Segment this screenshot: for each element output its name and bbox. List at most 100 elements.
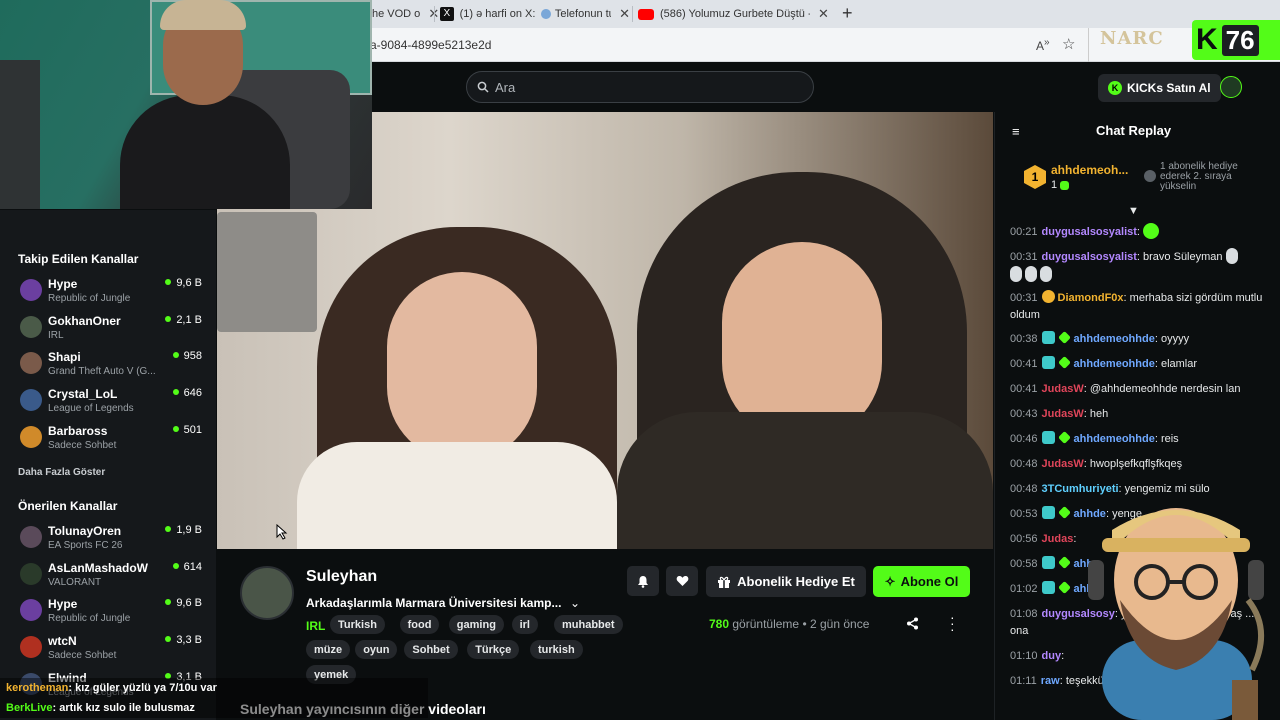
sparkle-badge-icon: [1057, 556, 1071, 569]
viewer-count: 9,6 B: [165, 277, 202, 289]
recommended-channels-heading: Önerilen Kanallar: [18, 499, 118, 513]
stream-tag[interactable]: müze: [306, 640, 351, 659]
chat-message: 00:46 ahhdemeohhde: reis: [1010, 431, 1268, 448]
emote-icon: [1143, 223, 1160, 239]
sidebar-channel-item[interactable]: Hype Republic of Jungle 9,6 B: [18, 277, 206, 315]
x-logo-icon: X: [440, 7, 454, 21]
message-time: 01:10: [1010, 650, 1038, 662]
category-link[interactable]: IRL: [306, 619, 325, 633]
browser-tab-1[interactable]: he VOD o✕: [372, 2, 440, 26]
stream-tag[interactable]: oyun: [355, 640, 398, 659]
browser-tab-2[interactable]: X (1) ə harfi on X: " Telefonun tu ✕: [440, 2, 630, 26]
youtube-icon: [638, 8, 654, 20]
sparkle-icon: ✧: [884, 573, 896, 589]
gift-icon: [1060, 181, 1070, 190]
sidebar-channel-item[interactable]: Crystal_LoL League of Legends 646: [18, 387, 206, 425]
message-username[interactable]: JudasW: [1042, 408, 1084, 420]
kick-logo-icon: K: [1196, 23, 1218, 56]
sidebar-channel-item[interactable]: AsLanMashadoW VALORANT 614: [18, 560, 206, 599]
channel-category: IRL: [48, 329, 64, 341]
collapse-chat-icon[interactable]: ≡: [1012, 124, 1020, 139]
follow-button[interactable]: [666, 566, 698, 596]
browser-tab-3[interactable]: (586) Yolumuz Gurbete Düştü - Yo ✕: [638, 2, 834, 26]
gift-subscription-button[interactable]: Abonelik Hediye Et: [706, 566, 866, 597]
streamer-avatar[interactable]: [240, 566, 294, 620]
channel-avatar: [20, 389, 42, 412]
stream-tag[interactable]: turkish: [530, 640, 583, 659]
message-username[interactable]: JudasW: [1042, 383, 1084, 395]
channel-category: EA Sports FC 26: [48, 540, 123, 551]
channel-name: Barbaross: [48, 423, 108, 438]
favorite-star-icon[interactable]: ☆: [1062, 35, 1075, 53]
sidebar-channel-item[interactable]: GokhanOner IRL 2,1 B: [18, 314, 206, 352]
message-username[interactable]: duygusalsosyalist: [1042, 226, 1137, 238]
search-placeholder: Ara: [495, 79, 516, 95]
sidebar-channel-item[interactable]: wtcN Sadece Sohbet 3,3 B: [18, 634, 206, 672]
gift-icon: [1144, 170, 1156, 182]
webcam-overlay: [0, 0, 372, 209]
sidebar-channel-item[interactable]: TolunayOren EA Sports FC 26 1,9 B: [18, 524, 206, 562]
search-input[interactable]: Ara: [466, 71, 814, 103]
cartoon-mascot-overlay: [1088, 508, 1265, 720]
emote-icon: [1010, 266, 1022, 282]
read-aloud-icon[interactable]: A»: [1036, 37, 1050, 53]
message-username[interactable]: duy: [1042, 650, 1062, 662]
channel-avatar: [20, 526, 42, 548]
message-username[interactable]: DiamondF0x: [1058, 292, 1124, 304]
streamer-name[interactable]: Suleyhan: [306, 568, 377, 586]
stream-title: Arkadaşlarımla Marmara Üniversitesi kamp…: [306, 596, 562, 610]
sidebar-channel-item[interactable]: Shapi Grand Theft Auto V (G... 958: [18, 350, 206, 388]
message-text: reis: [1160, 433, 1179, 445]
bell-icon: [638, 575, 648, 588]
message-username[interactable]: ahhdemeohhde: [1074, 358, 1155, 370]
streamer-logo: NARC: [1100, 28, 1164, 49]
message-username[interactable]: Judas: [1042, 533, 1074, 545]
message-username[interactable]: duygusalsosyalist: [1042, 251, 1137, 263]
subscriber-badge-icon: [1041, 431, 1055, 444]
heart-icon: [676, 575, 688, 586]
message-username[interactable]: ahhdemeohhde: [1074, 433, 1155, 445]
stream-tag[interactable]: irl: [511, 615, 538, 634]
user-avatar[interactable]: [1220, 76, 1242, 98]
close-icon[interactable]: ✕: [818, 6, 829, 22]
message-text: oyyyy: [1160, 333, 1190, 345]
new-tab-icon[interactable]: +: [842, 3, 853, 24]
chevron-down-icon[interactable]: ⌄: [570, 596, 580, 610]
buy-kicks-button[interactable]: K KICKs Satın Al: [1098, 74, 1221, 102]
sparkle-badge-icon: [1057, 431, 1071, 444]
top-gifter-name[interactable]: ahhdemeoh...: [1051, 163, 1135, 177]
show-more-link[interactable]: Daha Fazla Göster: [18, 467, 105, 478]
sidebar-channel-item[interactable]: Barbaross Sadece Sohbet 501: [18, 423, 206, 462]
stream-tag[interactable]: gaming: [448, 615, 504, 634]
subscribe-button[interactable]: ✧ Abone Ol: [873, 566, 970, 597]
sidebar-channel-item[interactable]: Hype Republic of Jungle 9,6 B: [18, 597, 206, 635]
more-options-icon[interactable]: · · ·: [950, 610, 955, 636]
message-time: 00:46: [1010, 433, 1038, 445]
gifter-badge-icon: [1041, 290, 1055, 303]
message-username[interactable]: ahhdemeohhde: [1074, 333, 1155, 345]
stream-tag[interactable]: muhabbet: [554, 615, 623, 634]
stream-tag[interactable]: Sohbet: [404, 640, 458, 659]
dot-separator: •: [802, 617, 810, 631]
message-time: 00:31: [1010, 292, 1038, 304]
overlay-username: kerotheman: [6, 682, 69, 694]
tab-separator: [632, 6, 633, 22]
message-username[interactable]: raw: [1041, 675, 1060, 687]
kick-counter-overlay: K 76: [1192, 20, 1280, 60]
channel-avatar: [20, 352, 42, 375]
url-text[interactable]: a-9084-4899e5213e2d: [370, 38, 491, 52]
stream-tag[interactable]: Türkçe: [467, 640, 520, 659]
close-icon[interactable]: ✕: [619, 6, 630, 22]
notification-button[interactable]: [627, 566, 659, 596]
gift-subscription-label: Abonelik Hediye Et: [737, 574, 855, 589]
message-username[interactable]: JudasW: [1042, 458, 1084, 470]
channel-category: Sadece Sohbet: [48, 439, 117, 451]
chevron-down-icon[interactable]: ▼: [1128, 205, 1139, 217]
channel-name: AsLanMashadoW: [48, 560, 149, 575]
channel-avatar: [20, 425, 42, 448]
stream-tag[interactable]: food: [399, 615, 440, 634]
share-icon[interactable]: [906, 617, 919, 630]
message-text: heh: [1089, 408, 1109, 420]
message-text: @ahhdemeohhde nerdesin lan: [1089, 383, 1241, 395]
stream-tag[interactable]: Turkish: [330, 615, 385, 634]
